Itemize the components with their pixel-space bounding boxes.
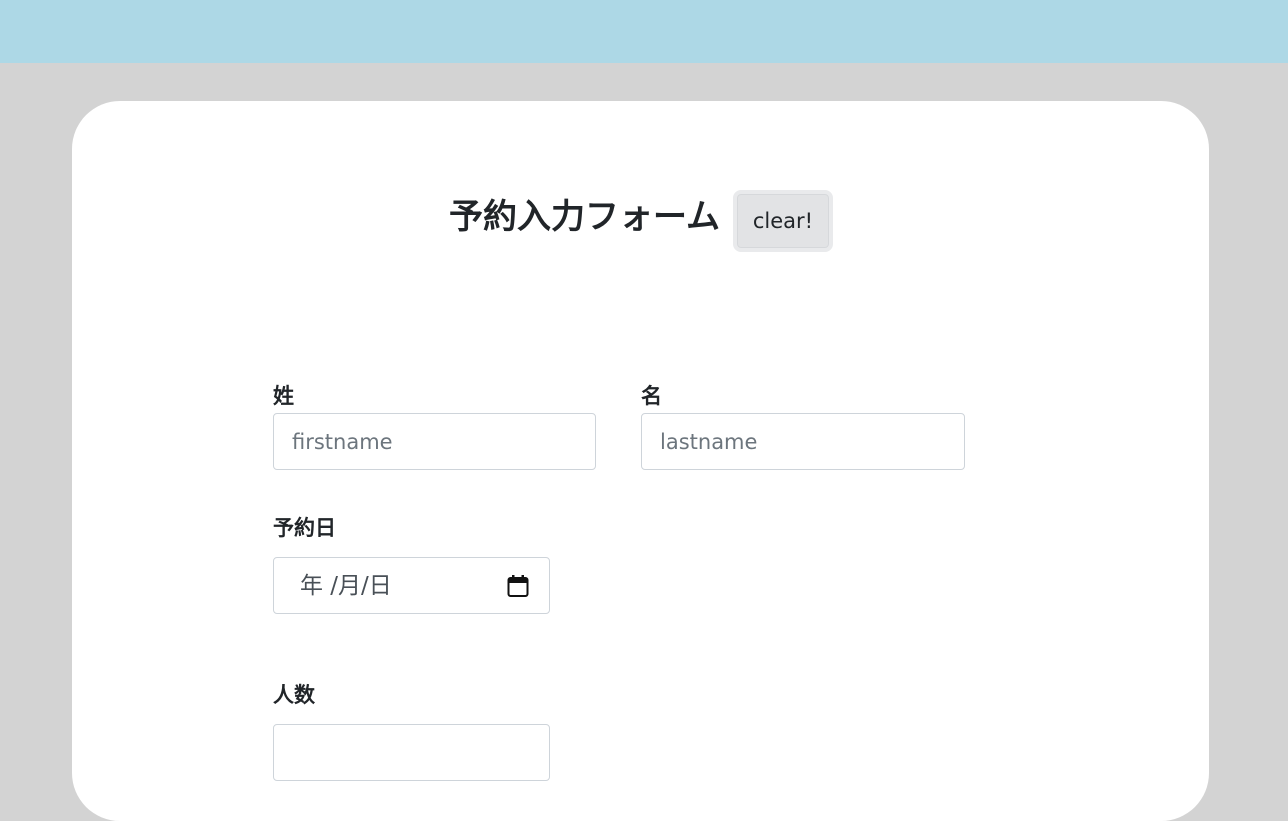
lastname-input[interactable]: [273, 413, 596, 470]
title-row: 予約入力フォーム clear!: [72, 189, 1209, 259]
page-title: 予約入力フォーム: [449, 197, 720, 237]
people-input[interactable]: [273, 724, 550, 781]
date-placeholder: 年 /月/日: [300, 573, 392, 599]
form-card: 予約入力フォーム clear! 姓 名 予約日 年 /月/日 人数: [72, 101, 1209, 821]
date-input[interactable]: 年 /月/日: [273, 557, 550, 614]
firstname-label: 名: [641, 384, 662, 408]
date-label: 予約日: [273, 516, 336, 540]
top-banner: [0, 0, 1288, 63]
calendar-icon[interactable]: [507, 574, 529, 598]
firstname-input[interactable]: [641, 413, 965, 470]
clear-button[interactable]: clear!: [733, 190, 833, 252]
people-label: 人数: [273, 683, 315, 707]
lastname-label: 姓: [273, 384, 294, 408]
